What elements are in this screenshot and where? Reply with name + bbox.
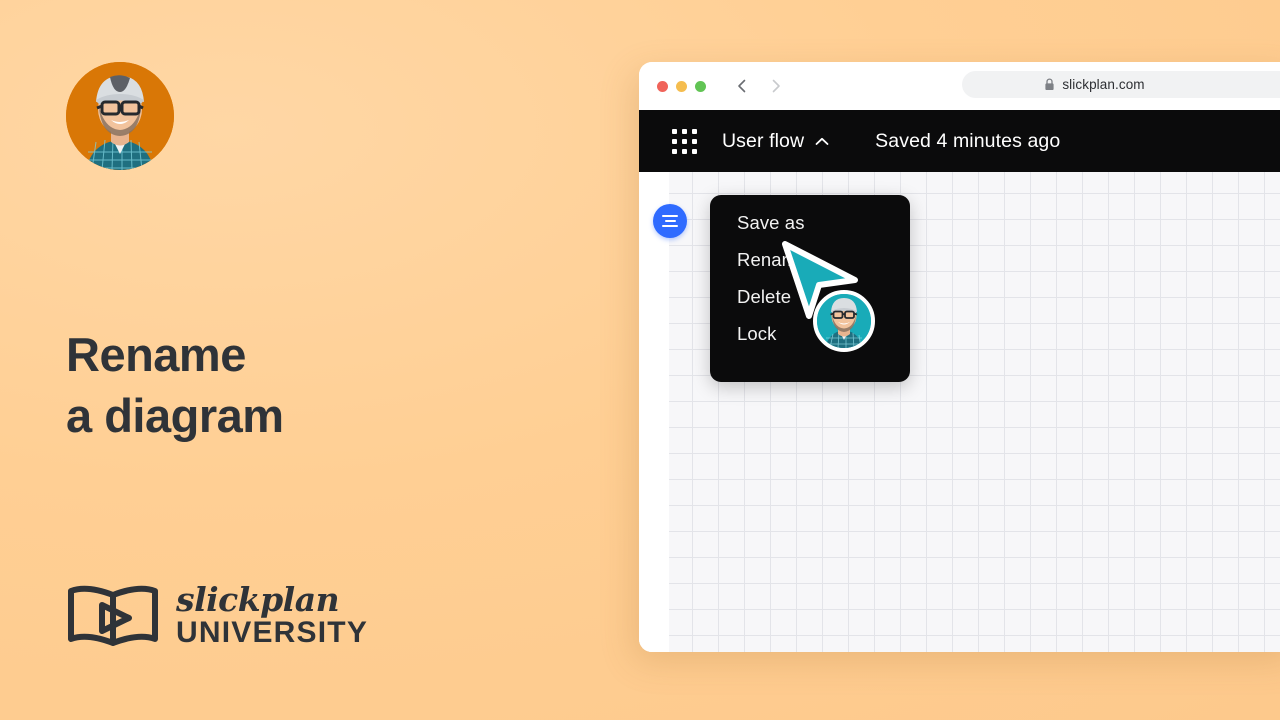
chevron-right-icon[interactable] — [768, 78, 784, 94]
document-title: User flow — [722, 129, 805, 152]
menu-line-3 — [662, 225, 678, 227]
presenter-avatar — [66, 62, 174, 170]
slickplan-university-logo: slickplan UNIVERSITY — [66, 582, 368, 648]
menu-item-rename[interactable]: Rename — [710, 241, 910, 278]
slide-canvas: Rename a diagram slickplan UNIVERSITY sl… — [0, 0, 1280, 720]
menu-line-2 — [664, 220, 676, 222]
app-topbar: User flow Saved 4 minutes ago — [639, 110, 1280, 172]
menu-item-lock[interactable]: Lock — [710, 315, 910, 352]
canvas-left-gutter — [639, 172, 669, 652]
browser-nav-buttons — [734, 78, 784, 94]
page-title: Rename a diagram — [66, 324, 506, 446]
menu-lines-button[interactable] — [653, 204, 687, 238]
browser-chrome: slickplan.com — [639, 62, 1280, 110]
nine-dot-grid-icon[interactable] — [672, 128, 697, 154]
saved-status: Saved 4 minutes ago — [875, 129, 1061, 152]
chevron-up-icon[interactable] — [815, 137, 829, 146]
padlock-icon — [1045, 78, 1054, 90]
document-title-menu[interactable]: User flow — [722, 130, 829, 153]
context-menu[interactable]: Save as Rename Delete Lock — [710, 195, 910, 382]
minimize-window-button[interactable] — [676, 80, 687, 92]
logo-caps-word: UNIVERSITY — [176, 615, 369, 649]
maximize-window-button[interactable] — [695, 80, 706, 92]
presenter-avatar-art — [66, 62, 174, 170]
browser-window: slickplan.com User flow Saved 4 minutes … — [639, 62, 1280, 652]
window-controls[interactable] — [657, 80, 706, 92]
open-book-play-icon — [68, 585, 158, 646]
menu-item-delete[interactable]: Delete — [710, 278, 910, 315]
close-window-button[interactable] — [657, 80, 668, 92]
logo-wordmark: slickplan UNIVERSITY — [176, 583, 368, 648]
menu-line-1 — [662, 215, 678, 217]
collaborator-avatar-art — [817, 294, 871, 348]
page-title-line1: Rename — [66, 328, 246, 381]
page-title-line2: a diagram — [66, 389, 284, 442]
menu-item-save-as[interactable]: Save as — [710, 204, 910, 241]
collaborator-avatar — [813, 290, 875, 352]
address-bar-url: slickplan.com — [1062, 77, 1145, 92]
address-bar[interactable]: slickplan.com — [962, 71, 1280, 98]
chevron-left-icon[interactable] — [734, 78, 750, 94]
diagram-canvas[interactable]: Save as Rename Delete Lock — [639, 172, 1280, 652]
logo-script-word: slickplan — [176, 579, 340, 619]
